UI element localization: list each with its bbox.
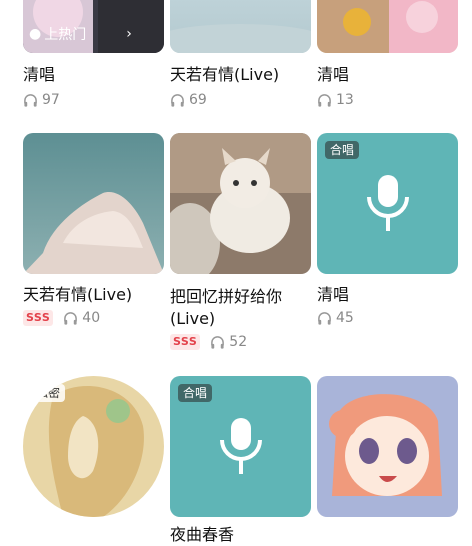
play-stats: SSS 40 <box>23 309 100 327</box>
play-count: 45 <box>336 310 354 326</box>
private-tag: 私密 <box>31 384 66 402</box>
hot-badge-label: 上热门 <box>44 27 87 43</box>
play-count: 97 <box>42 92 60 108</box>
song-card[interactable] <box>317 376 458 530</box>
cover-thumbnail[interactable]: 合唱 <box>170 376 311 517</box>
headphones-icon <box>211 335 225 349</box>
headphones-icon <box>24 93 37 107</box>
rank-badge: SSS <box>170 334 201 350</box>
cover-thumbnail[interactable] <box>317 376 458 517</box>
cover-thumbnail[interactable] <box>170 0 311 53</box>
play-stats: 13 <box>317 91 354 109</box>
play-stats: SSS 52 <box>170 333 247 351</box>
play-count: 69 <box>189 92 207 108</box>
song-title: 清唱 <box>317 65 350 84</box>
flame-icon: ● <box>29 26 42 42</box>
song-title: 天若有情(Live) <box>23 285 133 304</box>
headphones-icon <box>318 311 331 325</box>
headphones-icon <box>64 311 78 325</box>
song-card[interactable]: 清唱 13 <box>317 0 458 112</box>
play-stats: 45 <box>317 309 354 327</box>
microphone-icon <box>219 417 262 474</box>
play-stats: 69 <box>170 91 207 109</box>
microphone-icon <box>366 174 409 231</box>
play-count: 13 <box>336 92 354 108</box>
play-count: 40 <box>82 310 101 326</box>
rank-badge: SSS <box>23 310 54 326</box>
song-title: 清唱 <box>317 285 350 304</box>
chorus-tag: 合唱 <box>325 141 360 159</box>
play-count: 52 <box>229 334 248 350</box>
play-stats: 97 <box>23 91 60 109</box>
song-card[interactable]: 天若有情(Live) 69 <box>170 0 311 112</box>
hot-badge: ● 上热门 › <box>29 24 132 44</box>
song-title: 天若有情(Live) <box>170 65 280 84</box>
chevron-right-icon: › <box>126 26 132 42</box>
song-card[interactable]: 天若有情(Live) SSS 40 <box>23 133 164 333</box>
song-card[interactable]: 合唱 清唱 45 <box>317 133 458 333</box>
headphones-icon <box>171 93 184 107</box>
chorus-tag: 合唱 <box>178 384 213 402</box>
song-card[interactable]: 合唱 夜曲春香 <box>170 376 311 544</box>
song-card[interactable]: 把回忆拼好给你 (Live) SSS 52 <box>170 133 311 363</box>
cover-thumbnail[interactable] <box>23 133 164 274</box>
song-title: 清唱 <box>23 65 56 84</box>
song-title-line1: 把回忆拼好给你 <box>170 287 283 306</box>
song-card[interactable]: 私密 <box>23 376 164 530</box>
song-title-line2: (Live) <box>170 309 216 328</box>
cover-thumbnail[interactable]: ● 上热门 › <box>23 0 164 53</box>
cover-thumbnail[interactable] <box>317 0 458 53</box>
song-title: 夜曲春香 <box>170 525 235 544</box>
headphones-icon <box>318 93 331 107</box>
song-card[interactable]: ● 上热门 › 清唱 97 <box>23 0 164 112</box>
cover-thumbnail[interactable] <box>170 133 311 274</box>
cover-thumbnail[interactable]: 合唱 <box>317 133 458 274</box>
cover-thumbnail[interactable]: 私密 <box>23 376 164 517</box>
